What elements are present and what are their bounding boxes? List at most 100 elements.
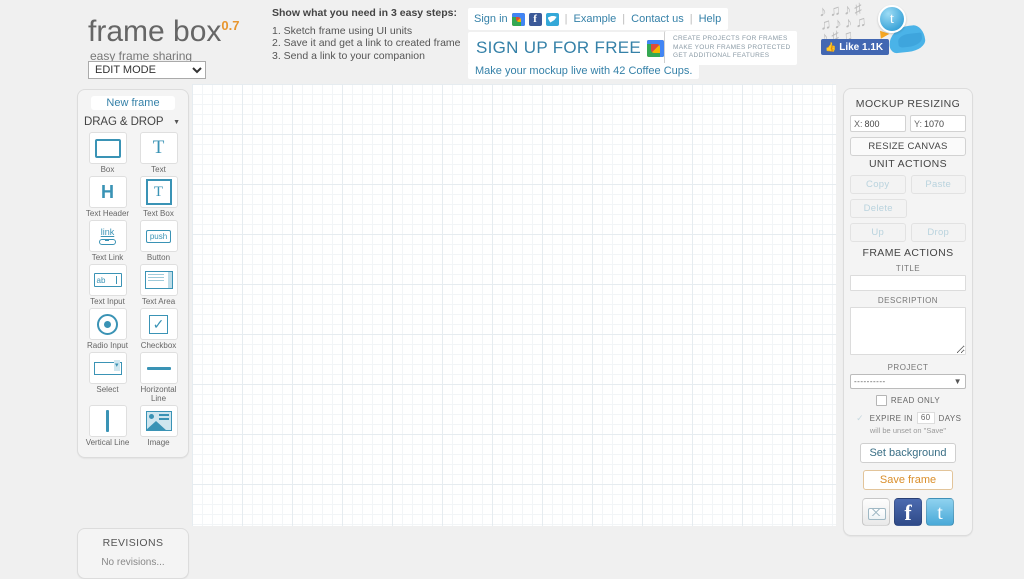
- google-icon[interactable]: [511, 12, 525, 26]
- up-button[interactable]: Up: [850, 223, 906, 242]
- tool-text-link[interactable]: link Text Link: [82, 220, 133, 262]
- copy-paste-row: Copy Paste: [850, 175, 966, 194]
- tool-text-input[interactable]: ab Text Input: [82, 264, 133, 306]
- box-icon[interactable]: [88, 132, 127, 164]
- like-count-label: Like 1.1K: [839, 41, 884, 53]
- text-link-icon[interactable]: link: [88, 220, 127, 252]
- facebook-share-icon[interactable]: [894, 498, 922, 527]
- text-box-icon[interactable]: T: [139, 176, 178, 208]
- expire-checkbox[interactable]: ✓: [855, 413, 866, 424]
- tool-select[interactable]: Select: [82, 352, 133, 403]
- help-link[interactable]: Help: [699, 13, 722, 25]
- tool-text[interactable]: T Text: [133, 132, 184, 174]
- unit-actions-title: UNIT ACTIONS: [868, 158, 948, 170]
- select-icon[interactable]: [88, 352, 127, 384]
- paste-button[interactable]: Paste: [910, 175, 966, 194]
- image-icon[interactable]: [139, 405, 178, 437]
- twitter-icon[interactable]: [545, 12, 559, 26]
- benefit-item: CREATE PROJECTS FOR FRAMES: [673, 35, 788, 42]
- new-frame-button[interactable]: New frame: [91, 96, 175, 110]
- delete-row: Delete: [850, 199, 966, 218]
- checkbox-icon[interactable]: ✓: [139, 308, 178, 340]
- project-value: ----------: [854, 377, 886, 386]
- resize-canvas-button[interactable]: RESIZE CANVAS: [850, 137, 966, 156]
- facebook-icon[interactable]: f: [528, 12, 542, 26]
- tool-label: Button: [146, 253, 171, 262]
- delete-button[interactable]: Delete: [850, 199, 907, 218]
- text-input-icon[interactable]: ab: [88, 264, 127, 296]
- tool-box[interactable]: Box: [82, 132, 133, 174]
- tool-vertical-line[interactable]: Vertical Line: [82, 405, 133, 447]
- example-link[interactable]: Example: [574, 13, 617, 25]
- copy-button[interactable]: Copy: [850, 175, 906, 194]
- edit-mode-select[interactable]: EDIT MODE: [88, 61, 206, 79]
- tool-image[interactable]: Image: [133, 405, 184, 447]
- horizontal-line-icon[interactable]: [139, 352, 178, 384]
- facebook-like-button[interactable]: 👍 Like 1.1K: [821, 39, 890, 55]
- chevron-down-icon[interactable]: ▼: [173, 119, 180, 126]
- tool-horizontal-line[interactable]: Horizontal Line: [133, 352, 184, 403]
- tool-radio-input[interactable]: Radio Input: [82, 308, 133, 350]
- read-only-row[interactable]: READ ONLY: [850, 395, 966, 406]
- contact-us-link[interactable]: Contact us: [631, 13, 684, 25]
- frame-description-input[interactable]: [850, 307, 966, 355]
- tool-label: Vertical Line: [85, 438, 130, 447]
- twitter-share-icon[interactable]: [926, 498, 954, 527]
- set-background-button[interactable]: Set background: [860, 443, 956, 463]
- expire-row[interactable]: ✓ EXPIRE IN 60 DAYS: [850, 412, 966, 424]
- twitter-badge-icon[interactable]: [878, 5, 906, 33]
- logo-name: frame box: [88, 15, 222, 48]
- tool-label: Radio Input: [87, 341, 128, 350]
- frame-actions-title: FRAME ACTIONS: [862, 247, 954, 259]
- tool-label: Checkbox: [140, 341, 177, 350]
- read-only-label: READ ONLY: [890, 396, 941, 405]
- text-header-icon[interactable]: H: [88, 176, 127, 208]
- sign-in-link[interactable]: Sign in: [474, 13, 508, 25]
- tool-label: Text Area: [141, 297, 176, 306]
- google-signup-icon[interactable]: [647, 39, 665, 57]
- logo-version: 0.7: [221, 18, 240, 33]
- canvas-height-field[interactable]: Y: 1070: [910, 115, 966, 132]
- tool-label: Text Header: [85, 209, 130, 218]
- signin-strip: Sign in f | Example | Contact us | Help: [468, 8, 729, 30]
- y-value: 1070: [924, 118, 945, 129]
- separator: |: [564, 13, 568, 25]
- mockup-tagline[interactable]: Make your mockup live with 42 Coffee Cup…: [468, 63, 700, 79]
- signup-label[interactable]: SIGN UP FOR FREE: [476, 38, 641, 58]
- project-select[interactable]: ---------- ▼: [850, 374, 966, 389]
- frame-title-input[interactable]: [850, 275, 966, 291]
- text-icon[interactable]: T: [139, 132, 178, 164]
- tool-grid: Box T Text H Text Header T Text Box link…: [78, 132, 188, 449]
- tool-checkbox[interactable]: ✓ Checkbox: [133, 308, 184, 350]
- logo-block: frame box0.7 easy frame sharing: [88, 10, 258, 64]
- tool-label: Text Box: [143, 209, 174, 218]
- tool-label: Text Input: [90, 297, 125, 306]
- left-sidebar: New frame DRAG & DROP ▼ Box T Text H Tex…: [0, 84, 192, 579]
- radio-input-icon[interactable]: [88, 308, 127, 340]
- save-frame-button[interactable]: Save frame: [863, 470, 953, 490]
- tool-text-header[interactable]: H Text Header: [82, 176, 133, 218]
- tools-panel: New frame DRAG & DROP ▼ Box T Text H Tex…: [77, 89, 189, 458]
- tool-text-box[interactable]: T Text Box: [133, 176, 184, 218]
- vertical-line-icon[interactable]: [88, 405, 127, 437]
- email-share-icon[interactable]: [862, 498, 890, 526]
- x-label: X:: [854, 118, 863, 129]
- share-row: [850, 498, 966, 527]
- tool-label: Text Link: [91, 253, 124, 262]
- read-only-checkbox[interactable]: [875, 395, 887, 406]
- expire-days-input[interactable]: 60: [916, 412, 935, 424]
- button-icon[interactable]: push: [139, 220, 178, 252]
- thumbs-up-icon: 👍: [825, 41, 837, 52]
- title-label: TITLE: [895, 264, 921, 273]
- steps-list: 1. Sketch frame using UI units 2. Save i…: [272, 25, 472, 63]
- text-area-icon[interactable]: [139, 264, 178, 296]
- drag-drop-header[interactable]: DRAG & DROP ▼: [78, 116, 188, 132]
- canvas-width-field[interactable]: X: 800: [850, 115, 906, 132]
- tool-text-area[interactable]: Text Area: [133, 264, 184, 306]
- benefits-list: CREATE PROJECTS FOR FRAMES MAKE YOUR FRA…: [664, 31, 798, 65]
- properties-panel: MOCKUP RESIZING X: 800 Y: 1070 RESIZE CA…: [843, 88, 973, 536]
- mockup-canvas[interactable]: [192, 84, 836, 526]
- drop-button[interactable]: Drop: [910, 223, 966, 242]
- tool-button[interactable]: push Button: [133, 220, 184, 262]
